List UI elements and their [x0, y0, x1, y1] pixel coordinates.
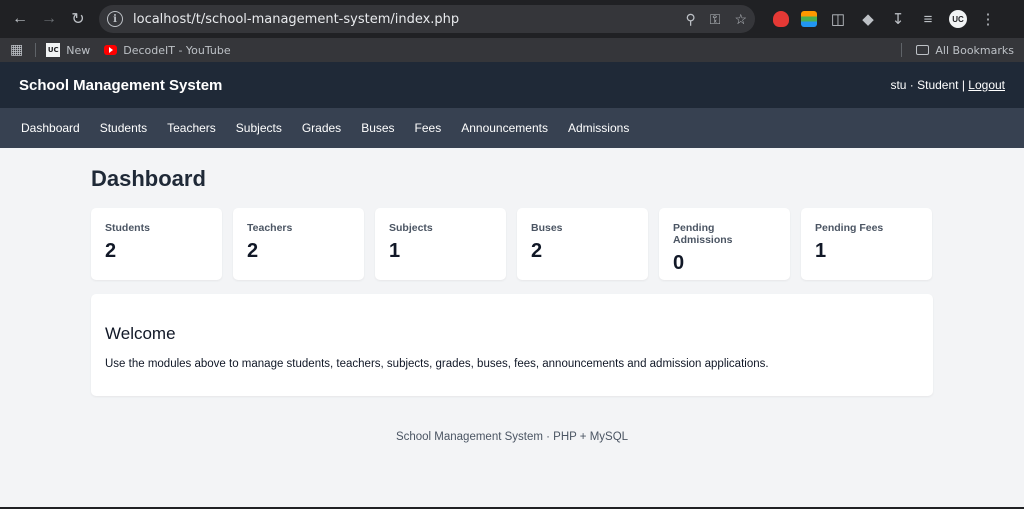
- profile-avatar[interactable]: UC: [949, 10, 967, 28]
- welcome-heading: Welcome: [105, 324, 176, 343]
- stat-label: Pending Admissions: [673, 222, 733, 246]
- user-area: stu · Student | Logout: [890, 78, 1005, 92]
- welcome-text: Use the modules above to manage students…: [105, 358, 769, 370]
- bookmarks-divider: [35, 43, 37, 57]
- stat-card-pending-admissions: Pending Admissions 0: [659, 208, 790, 280]
- media-queue-icon[interactable]: ≡: [919, 11, 937, 28]
- extensions-puzzle-icon[interactable]: ◫: [829, 10, 847, 28]
- nav-grades[interactable]: Grades: [292, 121, 351, 135]
- menu-kebab-icon[interactable]: ⋮: [979, 10, 997, 28]
- stat-value: 1: [389, 240, 401, 262]
- stat-value: 0: [673, 252, 685, 274]
- nav-students[interactable]: Students: [90, 121, 157, 135]
- nav-buses[interactable]: Buses: [351, 121, 404, 135]
- incognito-icon[interactable]: ◆: [859, 10, 877, 28]
- stat-value: 1: [815, 240, 827, 262]
- main-nav: Dashboard Students Teachers Subjects Gra…: [0, 108, 1024, 148]
- bookmark-star-icon[interactable]: ☆: [734, 11, 747, 28]
- stat-value: 2: [105, 240, 117, 262]
- bookmarks-divider: [901, 43, 903, 57]
- nav-dashboard[interactable]: Dashboard: [11, 121, 90, 135]
- download-icon[interactable]: ↧: [889, 10, 907, 28]
- stat-value: 2: [247, 240, 259, 262]
- nav-teachers[interactable]: Teachers: [157, 121, 226, 135]
- extension-colorful-icon[interactable]: [801, 11, 817, 27]
- youtube-icon: [104, 45, 118, 55]
- stat-label: Pending Fees: [815, 222, 884, 234]
- key-icon[interactable]: ⚿: [710, 11, 721, 28]
- back-icon[interactable]: ←: [6, 5, 34, 33]
- reload-icon[interactable]: ↻: [64, 5, 92, 33]
- stat-card-teachers: Teachers 2: [233, 208, 364, 280]
- bookmark-label: New: [66, 43, 91, 57]
- extension-red-icon[interactable]: [773, 11, 789, 27]
- nav-subjects[interactable]: Subjects: [226, 121, 292, 135]
- site-info-icon[interactable]: i: [107, 11, 123, 27]
- address-bar[interactable]: i localhost/t/school-management-system/i…: [99, 5, 755, 33]
- forward-icon[interactable]: →: [35, 5, 63, 33]
- bookmark-label: DecodeIT - YouTube: [123, 43, 231, 57]
- all-bookmarks[interactable]: All Bookmarks: [901, 43, 1014, 57]
- nav-announcements[interactable]: Announcements: [451, 121, 558, 135]
- bookmarks-bar: ▦ UC New DecodeIT - YouTube All Bookmark…: [0, 38, 1024, 62]
- stat-card-students: Students 2: [91, 208, 222, 280]
- stat-value: 2: [531, 240, 543, 262]
- apps-grid-icon[interactable]: ▦: [10, 42, 23, 58]
- zoom-icon[interactable]: ⚲: [686, 11, 696, 28]
- app-title: School Management System: [19, 76, 223, 94]
- folder-icon: [916, 45, 930, 55]
- stats-row: Students 2 Teachers 2 Subjects 1 Buses 2…: [91, 208, 933, 280]
- bookmark-new[interactable]: UC New: [46, 43, 90, 57]
- stat-label: Buses: [531, 222, 563, 234]
- bookmark-youtube[interactable]: DecodeIT - YouTube: [104, 43, 231, 57]
- uc-icon: UC: [46, 43, 61, 57]
- stat-card-pending-fees: Pending Fees 1: [801, 208, 932, 280]
- user-info: stu · Student |: [890, 78, 965, 92]
- main-content: Dashboard Students 2 Teachers 2 Subjects…: [91, 148, 933, 443]
- browser-toolbar: ← → ↻ i localhost/t/school-management-sy…: [0, 0, 1024, 38]
- stat-label: Students: [105, 222, 150, 234]
- app-header: School Management System stu · Student |…: [0, 62, 1024, 108]
- nav-fees[interactable]: Fees: [405, 121, 452, 135]
- page-title: Dashboard: [91, 166, 206, 191]
- logout-link[interactable]: Logout: [968, 78, 1005, 92]
- all-bookmarks-label: All Bookmarks: [935, 43, 1014, 57]
- nav-admissions[interactable]: Admissions: [558, 121, 639, 135]
- stat-label: Subjects: [389, 222, 433, 234]
- stat-card-buses: Buses 2: [517, 208, 648, 280]
- stat-label: Teachers: [247, 222, 293, 234]
- stat-card-subjects: Subjects 1: [375, 208, 506, 280]
- url-text[interactable]: localhost/t/school-management-system/ind…: [133, 12, 686, 27]
- welcome-card: Welcome Use the modules above to manage …: [91, 294, 933, 396]
- footer: School Management System · PHP + MySQL: [395, 431, 629, 443]
